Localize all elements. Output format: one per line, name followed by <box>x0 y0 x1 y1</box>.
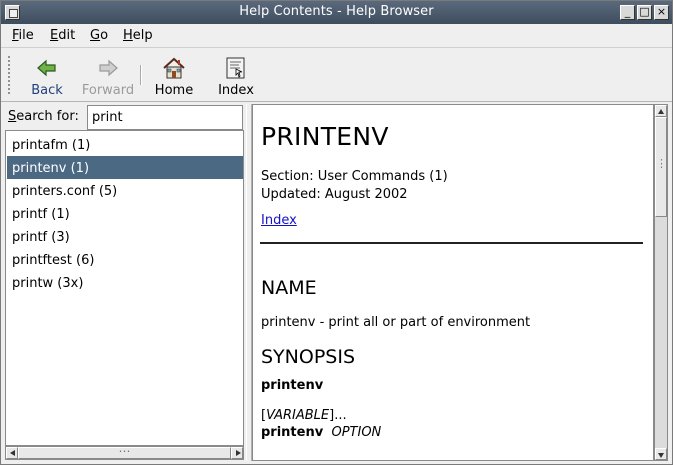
help-browser-window: Help Contents - Help Browser _ □ × File … <box>0 0 673 465</box>
scroll-down-arrow-icon[interactable] <box>655 448 667 460</box>
toolbar: Back Forward Home Index <box>1 49 672 102</box>
menu-help[interactable]: Help <box>123 28 153 43</box>
synopsis-variable: [VARIABLE]... <box>261 408 347 423</box>
list-item-selected[interactable]: printenv (1) <box>7 156 243 179</box>
index-link[interactable]: Index <box>261 213 297 228</box>
home-button[interactable]: Home <box>151 51 197 101</box>
list-item[interactable]: printw (3x) <box>7 271 243 294</box>
forward-button[interactable]: Forward <box>79 51 137 101</box>
scroll-left-arrow-icon[interactable] <box>6 447 18 459</box>
index-label: Index <box>218 83 254 98</box>
list-item[interactable]: printftest (6) <box>7 248 243 271</box>
document-vertical-scrollbar[interactable] <box>654 104 668 461</box>
vertical-scroll-thumb[interactable] <box>655 117 667 217</box>
index-book-icon <box>224 56 248 80</box>
list-item[interactable]: printf (1) <box>7 202 243 225</box>
scroll-right-arrow-icon[interactable] <box>231 447 243 459</box>
search-input[interactable] <box>87 105 243 130</box>
doc-updated: Updated: August 2002 <box>261 187 408 202</box>
doc-section: Section: User Commands (1) <box>261 169 448 184</box>
menu-go[interactable]: Go <box>90 28 108 43</box>
search-label: Search for: <box>8 109 79 124</box>
index-button[interactable]: Index <box>213 51 259 101</box>
horizontal-scroll-thumb[interactable] <box>18 444 231 459</box>
title-bar[interactable]: Help Contents - Help Browser _ □ × <box>1 1 672 24</box>
back-label: Back <box>31 83 63 98</box>
toolbar-grip-handle[interactable] <box>7 55 11 95</box>
search-results-list: printafm (1) printenv (1) printers.conf … <box>5 130 244 446</box>
back-arrow-icon <box>35 56 59 80</box>
minimize-icon[interactable]: _ <box>620 5 635 20</box>
menu-bar: File Edit Go Help <box>1 24 672 48</box>
menu-file[interactable]: File <box>12 28 34 43</box>
window-title: Help Contents - Help Browser <box>239 4 434 19</box>
name-description: printenv - print all or part of environm… <box>261 315 531 330</box>
forward-arrow-icon <box>96 56 120 80</box>
synopsis-option-line: printenv OPTION <box>261 425 382 440</box>
forward-label: Forward <box>81 83 135 98</box>
home-label: Home <box>154 83 194 98</box>
list-item[interactable]: printf (3) <box>7 225 243 248</box>
document-view: PRINTENV Section: User Commands (1) Upda… <box>252 104 654 461</box>
name-heading: NAME <box>261 277 317 299</box>
menu-edit[interactable]: Edit <box>50 28 75 43</box>
horizontal-rule <box>260 242 643 244</box>
list-item[interactable]: printers.conf (5) <box>7 179 243 202</box>
scroll-up-arrow-icon[interactable] <box>655 105 667 117</box>
page-title: PRINTENV <box>261 122 389 151</box>
close-icon[interactable]: × <box>654 5 669 20</box>
home-icon <box>162 56 186 80</box>
list-horizontal-scrollbar[interactable] <box>5 444 244 460</box>
list-item[interactable]: printafm (1) <box>7 133 243 156</box>
back-button[interactable]: Back <box>25 51 69 101</box>
synopsis-heading: SYNOPSIS <box>261 346 356 368</box>
synopsis-command: printenv <box>261 378 324 393</box>
maximize-icon[interactable]: □ <box>637 5 652 20</box>
toolbar-separator <box>140 65 142 85</box>
